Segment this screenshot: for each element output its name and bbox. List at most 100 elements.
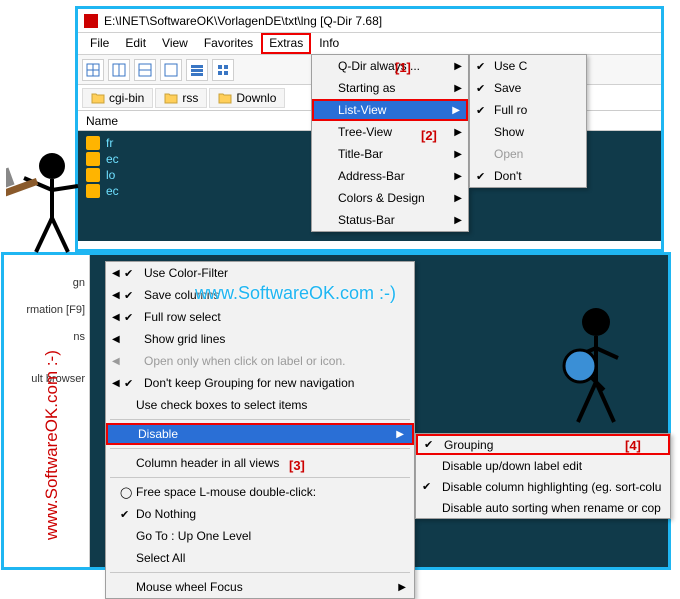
menu-title-bar[interactable]: Title-Bar▶ (312, 143, 468, 165)
menu-address-bar[interactable]: Address-Bar▶ (312, 165, 468, 187)
check-icon: ✔ (476, 82, 485, 95)
item-disable-auto-sorting[interactable]: Disable auto sorting when rename or cop (416, 497, 670, 518)
menu-starting-as[interactable]: Starting as▶ (312, 77, 468, 99)
menu-favorites[interactable]: Favorites (196, 33, 261, 54)
separator (110, 572, 410, 573)
menu-edit[interactable]: Edit (117, 33, 154, 54)
extras-menu: Q-Dir always ...▶ Starting as▶ List-View… (311, 54, 469, 232)
menu-tree-view[interactable]: Tree-View▶ (312, 121, 468, 143)
window-title: E:\INET\SoftwareOK\VorlagenDE\txt\lng [Q… (104, 14, 382, 28)
toolbar-layout-2[interactable] (108, 59, 130, 81)
separator (110, 419, 410, 420)
submenu-full-row[interactable]: ✔Full ro (470, 99, 586, 121)
check-icon: ✔ (120, 508, 129, 521)
stick-figure-hammer (6, 140, 84, 260)
menu-list-view[interactable]: List-View▶ (312, 99, 468, 121)
chevron-right-icon: ▶ (454, 215, 462, 226)
file-icon (86, 152, 100, 166)
file-icon (86, 168, 100, 182)
toolbar-sort[interactable] (212, 59, 234, 81)
chevron-right-icon: ▶ (396, 429, 404, 440)
toolbar-layout-4[interactable] (160, 59, 182, 81)
sidebar-item[interactable]: rmation [F9] (4, 297, 89, 324)
toolbar-view[interactable] (186, 59, 208, 81)
submenu-open: Open (470, 143, 586, 165)
menu-file[interactable]: File (82, 33, 117, 54)
check-icon: ✔ (124, 289, 133, 302)
submenu-save[interactable]: ✔Save (470, 77, 586, 99)
folder-icon (91, 92, 105, 104)
menu-status-bar[interactable]: Status-Bar▶ (312, 209, 468, 231)
menubar: File Edit View Favorites Extras Info (78, 33, 661, 55)
tab-download[interactable]: Downlo (209, 88, 285, 108)
chevron-right-icon: ▶ (454, 61, 462, 72)
item-dont-keep-grouping[interactable]: ◀✔Don't keep Grouping for new navigation (106, 372, 414, 394)
item-column-header-all-views[interactable]: Column header in all views (106, 452, 414, 474)
check-icon: ✔ (476, 170, 485, 183)
item-do-nothing[interactable]: ✔Do Nothing (106, 503, 414, 525)
item-mouse-wheel-focus[interactable]: Mouse wheel Focus▶ (106, 576, 414, 598)
chevron-left-icon: ◀ (112, 334, 120, 345)
check-icon: ✔ (476, 60, 485, 73)
submenu-dont[interactable]: ✔Don't (470, 165, 586, 187)
toolbar-layout-3[interactable] (134, 59, 156, 81)
check-icon: ✔ (422, 480, 431, 493)
annotation-1: [1] (395, 60, 411, 75)
list-view-submenu: ✔Use C ✔Save ✔Full ro Show Open ✔Don't (469, 54, 587, 188)
separator (110, 448, 410, 449)
item-use-color-filter[interactable]: ◀✔Use Color-Filter (106, 262, 414, 284)
item-free-space-dblclick[interactable]: ◯Free space L-mouse double-click: (106, 481, 414, 503)
tab-cgi-bin[interactable]: cgi-bin (82, 88, 153, 108)
chevron-right-icon: ▶ (454, 83, 462, 94)
titlebar: E:\INET\SoftwareOK\VorlagenDE\txt\lng [Q… (78, 9, 661, 33)
chevron-right-icon: ▶ (454, 171, 462, 182)
chevron-right-icon: ▶ (452, 105, 460, 116)
app-icon (84, 14, 98, 28)
folder-icon (164, 92, 178, 104)
chevron-right-icon: ▶ (454, 127, 462, 138)
list-view-menu-expanded: ◀✔Use Color-Filter ◀✔Save columns ◀✔Full… (105, 261, 415, 599)
item-use-check-boxes[interactable]: Use check boxes to select items (106, 394, 414, 416)
item-go-up-one-level[interactable]: Go To : Up One Level (106, 525, 414, 547)
item-show-grid-lines[interactable]: ◀Show grid lines (106, 328, 414, 350)
chevron-left-icon: ◀ (112, 378, 120, 389)
item-full-row-select[interactable]: ◀✔Full row select (106, 306, 414, 328)
watermark-text: www.SoftwareOK.com :-) (195, 283, 396, 304)
annotation-3: [3] (289, 458, 305, 473)
check-icon: ✔ (124, 311, 133, 324)
menu-colors-design[interactable]: Colors & Design▶ (312, 187, 468, 209)
separator (110, 477, 410, 478)
toolbar-layout-1[interactable] (82, 59, 104, 81)
chevron-right-icon: ▶ (454, 193, 462, 204)
chevron-left-icon: ◀ (112, 356, 120, 367)
chevron-left-icon: ◀ (112, 268, 120, 279)
menu-view[interactable]: View (154, 33, 196, 54)
item-disable-column-highlighting[interactable]: ✔Disable column highlighting (eg. sort-c… (416, 476, 670, 497)
file-icon (86, 184, 100, 198)
chevron-left-icon: ◀ (112, 312, 120, 323)
menu-extras[interactable]: Extras (261, 33, 311, 54)
watermark-text-vertical: www.SoftwareOK.com :-) (42, 350, 62, 540)
chevron-left-icon: ◀ (112, 290, 120, 301)
folder-icon (218, 92, 232, 104)
item-disable-up-down-label[interactable]: Disable up/down label edit (416, 455, 670, 476)
radio-icon: ◯ (120, 486, 132, 499)
submenu-use-color[interactable]: ✔Use C (470, 55, 586, 77)
menu-qdir-always[interactable]: Q-Dir always ...▶ (312, 55, 468, 77)
check-icon: ✔ (424, 438, 433, 451)
file-icon (86, 136, 100, 150)
check-icon: ✔ (124, 377, 133, 390)
submenu-show[interactable]: Show (470, 121, 586, 143)
item-open-only: ◀Open only when click on label or icon. (106, 350, 414, 372)
item-select-all[interactable]: Select All (106, 547, 414, 569)
stick-figure-magnifier (554, 302, 644, 432)
annotation-2: [2] (421, 128, 437, 143)
check-icon: ✔ (124, 267, 133, 280)
menu-info[interactable]: Info (311, 33, 347, 54)
chevron-right-icon: ▶ (454, 149, 462, 160)
annotation-4: [4] (625, 438, 641, 453)
sidebar-item[interactable]: gn (4, 270, 89, 297)
sidebar-item[interactable]: ns (4, 324, 89, 351)
item-disable[interactable]: Disable▶ (106, 423, 414, 445)
tab-rss[interactable]: rss (155, 88, 207, 108)
